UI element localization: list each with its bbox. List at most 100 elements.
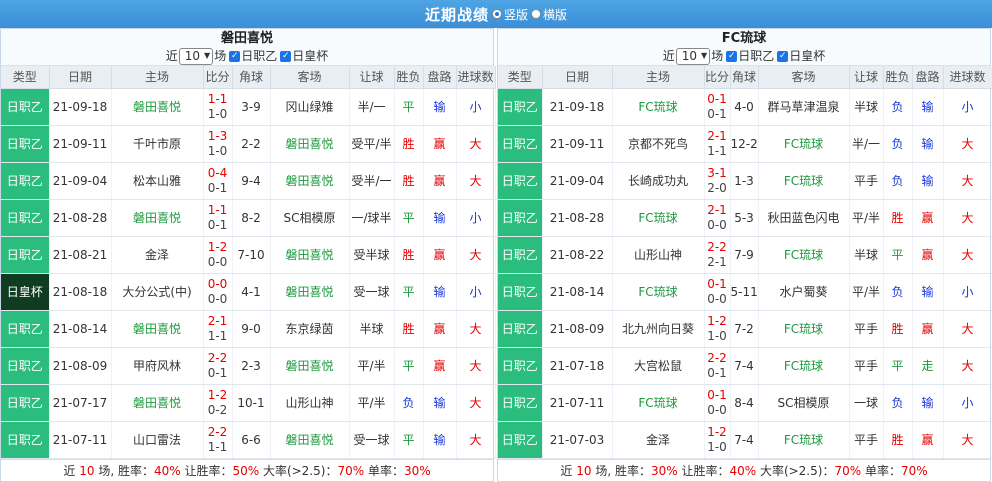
match-type[interactable]: 日职乙 [1, 347, 50, 385]
match-type[interactable]: 日职乙 [1, 384, 50, 422]
home-team[interactable]: 金泽 [111, 236, 204, 274]
match-type[interactable]: 日职乙 [1, 199, 50, 237]
match-type[interactable]: 日职乙 [498, 347, 543, 385]
score-cell[interactable]: 1-2 0-2 [203, 384, 233, 422]
home-team[interactable]: 京都不死鸟 [612, 125, 705, 163]
score-cell[interactable]: 1-1 1-0 [203, 88, 233, 126]
score-cell[interactable]: 0-4 0-1 [203, 162, 233, 200]
col-header-pan[interactable]: 盘路 [423, 66, 457, 89]
home-team[interactable]: 磐田喜悦 [111, 310, 204, 348]
away-team[interactable]: FC琉球 [758, 347, 850, 385]
score-cell[interactable]: 3-1 2-0 [704, 162, 731, 200]
home-team[interactable]: 大分公式(中) [111, 273, 204, 311]
col-header-ou[interactable]: 进球数 [456, 66, 496, 89]
checkbox-cup-icon[interactable]: ✓ [280, 50, 292, 62]
col-header-score[interactable]: 比分 [704, 66, 731, 89]
score-cell[interactable]: 1-2 1-0 [704, 310, 731, 348]
score-cell[interactable]: 1-3 1-0 [203, 125, 233, 163]
home-team[interactable]: 松本山雅 [111, 162, 204, 200]
col-header-corner[interactable]: 角球 [232, 66, 271, 89]
away-team[interactable]: 水户蜀葵 [758, 273, 850, 311]
away-team[interactable]: 磐田喜悦 [270, 125, 350, 163]
home-team[interactable]: 北九州向日葵 [612, 310, 705, 348]
checkbox-league-icon[interactable]: ✓ [726, 50, 738, 62]
match-type[interactable]: 日职乙 [1, 310, 50, 348]
col-header-corner[interactable]: 角球 [730, 66, 759, 89]
match-type[interactable]: 日职乙 [498, 199, 543, 237]
away-team[interactable]: FC琉球 [758, 162, 850, 200]
away-team[interactable]: 磐田喜悦 [270, 162, 350, 200]
away-team[interactable]: 山形山神 [270, 384, 350, 422]
score-cell[interactable]: 0-1 0-0 [704, 273, 731, 311]
away-team[interactable]: 秋田蓝色闪电 [758, 199, 850, 237]
away-team[interactable]: 东京绿茵 [270, 310, 350, 348]
away-team[interactable]: FC琉球 [758, 310, 850, 348]
home-team[interactable]: FC琉球 [612, 384, 705, 422]
score-cell[interactable]: 0-1 0-1 [704, 88, 731, 126]
home-team[interactable]: 磐田喜悦 [111, 88, 204, 126]
match-type[interactable]: 日职乙 [498, 310, 543, 348]
home-team[interactable]: 山形山神 [612, 236, 705, 274]
col-header-score[interactable]: 比分 [203, 66, 233, 89]
home-team[interactable]: 长崎成功丸 [612, 162, 705, 200]
match-type[interactable]: 日职乙 [498, 384, 543, 422]
score-cell[interactable]: 1-2 0-0 [203, 236, 233, 274]
col-header-away[interactable]: 客场 [270, 66, 350, 89]
away-team[interactable]: 磐田喜悦 [270, 273, 350, 311]
match-type[interactable]: 日职乙 [498, 236, 543, 274]
match-type[interactable]: 日皇杯 [1, 273, 50, 311]
col-header-result[interactable]: 胜负 [883, 66, 913, 89]
score-cell[interactable]: 1-2 1-0 [704, 421, 731, 459]
score-cell[interactable]: 0-0 0-0 [203, 273, 233, 311]
checkbox-cup-icon[interactable]: ✓ [777, 50, 789, 62]
match-count-select[interactable]: 10 ▼ [178, 47, 214, 65]
col-header-away[interactable]: 客场 [758, 66, 850, 89]
col-header-type[interactable]: 类型 [498, 66, 543, 89]
match-type[interactable]: 日职乙 [1, 162, 50, 200]
home-team[interactable]: 金泽 [612, 421, 705, 459]
col-header-date[interactable]: 日期 [49, 66, 112, 89]
match-type[interactable]: 日职乙 [498, 88, 543, 126]
score-cell[interactable]: 2-2 0-1 [704, 347, 731, 385]
home-team[interactable]: FC琉球 [612, 88, 705, 126]
score-cell[interactable]: 1-1 0-1 [203, 199, 233, 237]
away-team[interactable]: 磐田喜悦 [270, 421, 350, 459]
match-type[interactable]: 日职乙 [498, 421, 543, 459]
match-type[interactable]: 日职乙 [1, 125, 50, 163]
away-team[interactable]: FC琉球 [758, 236, 850, 274]
match-type[interactable]: 日职乙 [1, 88, 50, 126]
match-type[interactable]: 日职乙 [1, 236, 50, 274]
home-team[interactable]: 大宫松鼠 [612, 347, 705, 385]
away-team[interactable]: 磐田喜悦 [270, 236, 350, 274]
match-type[interactable]: 日职乙 [498, 273, 543, 311]
col-header-handicap[interactable]: 让球 [349, 66, 395, 89]
col-header-home[interactable]: 主场 [111, 66, 204, 89]
away-team[interactable]: FC琉球 [758, 421, 850, 459]
col-header-type[interactable]: 类型 [1, 66, 50, 89]
home-team[interactable]: 磐田喜悦 [111, 199, 204, 237]
score-cell[interactable]: 2-1 1-1 [203, 310, 233, 348]
away-team[interactable]: FC琉球 [758, 125, 850, 163]
score-cell[interactable]: 2-2 1-1 [203, 421, 233, 459]
match-count-select[interactable]: 10 ▼ [675, 47, 711, 65]
away-team[interactable]: SC相模原 [758, 384, 850, 422]
col-header-home[interactable]: 主场 [612, 66, 705, 89]
away-team[interactable]: 磐田喜悦 [270, 347, 350, 385]
match-type[interactable]: 日职乙 [498, 162, 543, 200]
home-team[interactable]: FC琉球 [612, 273, 705, 311]
col-header-pan[interactable]: 盘路 [912, 66, 944, 89]
score-cell[interactable]: 2-1 0-0 [704, 199, 731, 237]
radio-empty-icon[interactable] [531, 9, 541, 19]
home-team[interactable]: 甲府风林 [111, 347, 204, 385]
away-team[interactable]: 冈山绿雉 [270, 88, 350, 126]
col-header-date[interactable]: 日期 [542, 66, 613, 89]
col-header-ou[interactable]: 进球数 [943, 66, 992, 89]
home-team[interactable]: 山口雷法 [111, 421, 204, 459]
radio-selected-icon[interactable] [491, 9, 502, 19]
match-type[interactable]: 日职乙 [1, 421, 50, 459]
home-team[interactable]: FC琉球 [612, 199, 705, 237]
away-team[interactable]: 群马草津温泉 [758, 88, 850, 126]
away-team[interactable]: SC相模原 [270, 199, 350, 237]
score-cell[interactable]: 2-1 1-1 [704, 125, 731, 163]
score-cell[interactable]: 2-2 2-1 [704, 236, 731, 274]
